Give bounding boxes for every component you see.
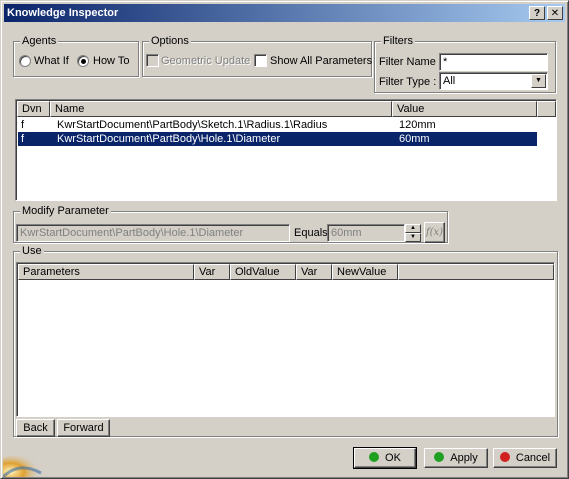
catia-logo-icon (3, 455, 42, 477)
column-header-filler (537, 101, 556, 117)
column-header-old-value[interactable]: OldValue (230, 264, 296, 280)
cancel-icon (499, 452, 510, 462)
knowledge-inspector-dialog: Knowledge Inspector ? ✕ Agents What If H… (0, 0, 569, 479)
options-group-label: Options (149, 35, 191, 47)
use-list[interactable]: Parameters Var OldValue Var NewValue (16, 262, 555, 417)
dropdown-arrow-icon[interactable]: ▼ (531, 74, 546, 88)
formula-button[interactable]: f(x) (424, 222, 445, 243)
table-row[interactable]: f KwrStartDocument\PartBody\Hole.1\Diame… (18, 132, 537, 146)
show-all-parameters-checkbox[interactable] (254, 54, 267, 67)
cancel-button[interactable]: Cancel (493, 448, 557, 468)
column-header-filler (398, 264, 554, 280)
spin-down-icon[interactable]: ▼ (405, 233, 421, 242)
column-header-new-value[interactable]: NewValue (332, 264, 398, 280)
options-group: Options Geometric Update Show All Parame… (142, 35, 372, 77)
geometric-update-checkbox[interactable] (146, 54, 159, 67)
modify-parameter-group-label: Modify Parameter (20, 205, 111, 217)
apply-label: Apply (450, 452, 478, 464)
row-dvn: f (21, 119, 25, 131)
cancel-label: Cancel (515, 452, 551, 464)
equals-value-field[interactable]: 60mm (327, 224, 405, 242)
filter-type-label: Filter Type : (379, 76, 437, 88)
ok-icon (369, 452, 380, 462)
title-bar[interactable]: Knowledge Inspector ? ✕ (4, 4, 565, 22)
apply-button[interactable]: Apply (424, 448, 488, 468)
column-header-value[interactable]: Value (392, 101, 537, 117)
what-if-radio[interactable] (19, 55, 31, 67)
filter-type-select[interactable]: All ▼ (439, 72, 548, 90)
equals-label: Equals (294, 227, 328, 239)
parameter-path-field: KwrStartDocument\PartBody\Hole.1\Diamete… (16, 224, 290, 242)
geometric-update-label: Geometric Update (161, 55, 251, 67)
ok-button[interactable]: OK (353, 447, 417, 469)
ok-label: OK (385, 452, 401, 464)
column-header-parameters[interactable]: Parameters (18, 264, 194, 280)
column-header-var[interactable]: Var (296, 264, 332, 280)
spin-up-icon[interactable]: ▲ (405, 224, 421, 233)
what-if-label[interactable]: What If (34, 54, 69, 68)
column-header-name[interactable]: Name (50, 101, 392, 117)
agents-group-label: Agents (20, 35, 59, 47)
filter-name-label: Filter Name : (379, 56, 442, 68)
row-name: KwrStartDocument\PartBody\Sketch.1\Radiu… (57, 119, 328, 131)
help-button[interactable]: ? (529, 6, 545, 20)
how-to-radio[interactable] (77, 55, 89, 67)
use-group-label: Use (20, 245, 44, 257)
filters-group: Filters Filter Name : * Filter Type : Al… (374, 35, 556, 93)
apply-icon (434, 452, 445, 462)
row-dvn: f (21, 133, 25, 145)
use-group: Use Parameters Var OldValue Var NewValue… (13, 245, 558, 437)
row-name: KwrStartDocument\PartBody\Hole.1\Diamete… (57, 133, 281, 145)
back-button[interactable]: Back (16, 419, 55, 437)
how-to-label[interactable]: How To (93, 54, 129, 68)
column-header-dvn[interactable]: Dvn (17, 101, 50, 117)
table-row[interactable]: f KwrStartDocument\PartBody\Sketch.1\Rad… (18, 118, 537, 132)
row-value: 120mm (399, 119, 436, 131)
modify-parameter-group: Modify Parameter KwrStartDocument\PartBo… (13, 205, 448, 243)
filter-name-input[interactable]: * (439, 53, 548, 71)
column-header-var[interactable]: Var (194, 264, 230, 280)
window-title: Knowledge Inspector (7, 7, 119, 19)
show-all-parameters-label[interactable]: Show All Parameters (270, 54, 372, 68)
forward-button[interactable]: Forward (57, 419, 110, 437)
close-button[interactable]: ✕ (547, 6, 563, 20)
filters-group-label: Filters (381, 35, 415, 47)
row-value: 60mm (399, 133, 430, 145)
agents-group: Agents What If How To (13, 35, 139, 77)
filter-type-value: All (443, 75, 456, 87)
parameters-list[interactable]: Dvn Name Value f KwrStartDocument\PartBo… (15, 99, 557, 201)
